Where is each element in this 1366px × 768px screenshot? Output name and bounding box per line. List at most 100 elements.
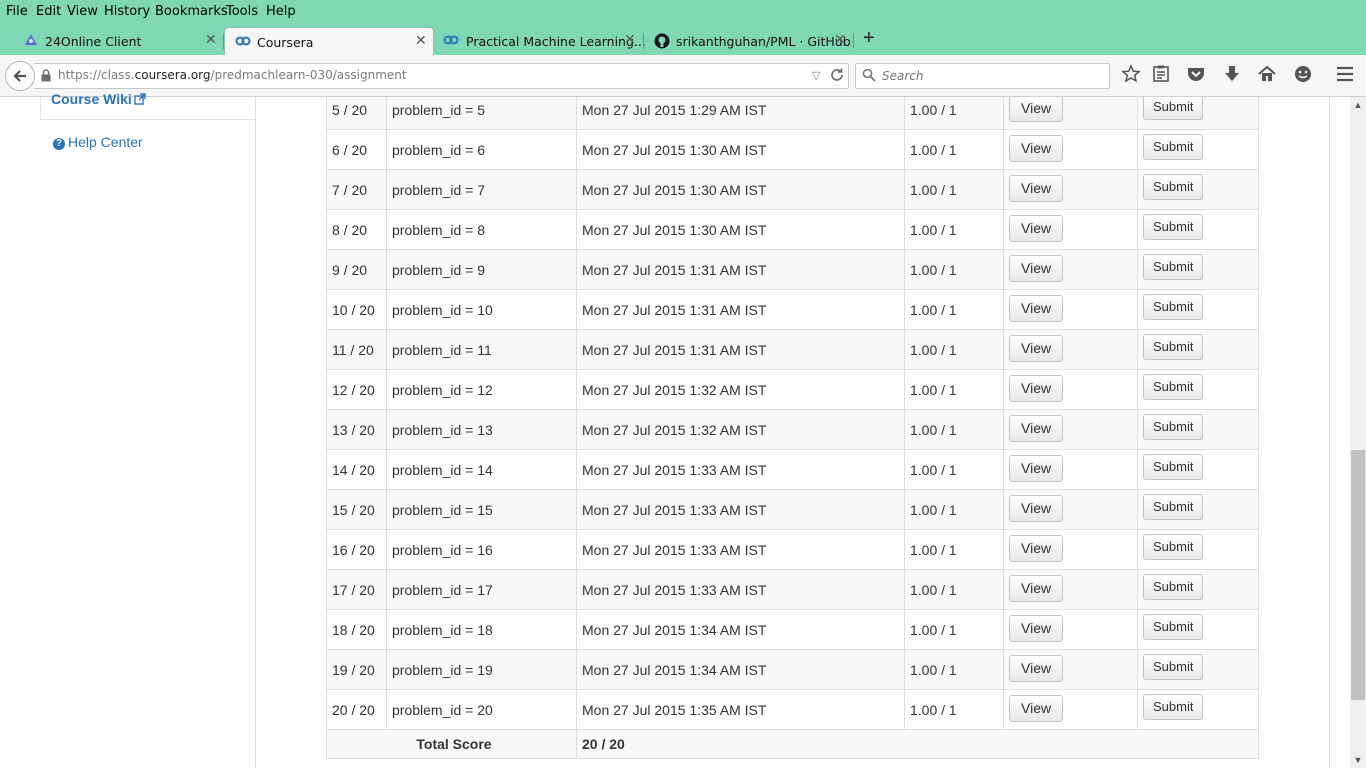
submission-time: Mon 27 Jul 2015 1:30 AM IST	[582, 222, 767, 238]
view-button[interactable]: View	[1009, 695, 1064, 722]
submit-button[interactable]: Submit	[1143, 214, 1204, 240]
problem-id: problem_id = 12	[392, 382, 493, 398]
search-input[interactable]	[880, 66, 1104, 86]
view-button[interactable]: View	[1009, 135, 1064, 162]
menu-bar: File Edit View History Bookmarks Tools H…	[0, 0, 1366, 23]
tab-practical-ml[interactable]: Practical Machine Learning... ✕	[433, 27, 646, 55]
submission-number: 13 / 20	[332, 422, 375, 438]
submit-button[interactable]: Submit	[1143, 97, 1204, 120]
hamburger-menu-icon[interactable]	[1335, 64, 1357, 86]
reload-icon[interactable]	[829, 67, 845, 88]
submission-number: 17 / 20	[332, 582, 375, 598]
submit-button[interactable]: Submit	[1143, 374, 1204, 400]
scrollbar-thumb[interactable]	[1351, 450, 1365, 700]
submit-button[interactable]: Submit	[1143, 614, 1204, 640]
menu-edit[interactable]: Edit	[36, 4, 61, 19]
submission-number: 16 / 20	[332, 542, 375, 558]
submission-score: 1.00 / 1	[910, 222, 957, 238]
submit-button[interactable]: Submit	[1143, 134, 1204, 160]
view-button[interactable]: View	[1009, 215, 1064, 242]
submit-button[interactable]: Submit	[1143, 294, 1204, 320]
submit-button[interactable]: Submit	[1143, 654, 1204, 680]
hello-chat-icon[interactable]	[1293, 64, 1315, 86]
view-button[interactable]: View	[1009, 655, 1064, 682]
course-wiki-item: Course Wiki	[40, 91, 255, 120]
view-button[interactable]: View	[1009, 375, 1064, 402]
submit-button[interactable]: Submit	[1143, 414, 1204, 440]
submission-time: Mon 27 Jul 2015 1:30 AM IST	[582, 142, 767, 158]
new-tab-icon[interactable]: +	[863, 27, 875, 50]
view-button[interactable]: View	[1009, 335, 1064, 362]
submit-button[interactable]: Submit	[1143, 534, 1204, 560]
url-bar[interactable]: https://class.coursera.org/predmachlearn…	[34, 63, 849, 89]
submission-time: Mon 27 Jul 2015 1:31 AM IST	[582, 302, 767, 318]
question-circle-icon: ?	[53, 138, 65, 150]
submission-score: 1.00 / 1	[910, 142, 957, 158]
tab-title: 24Online Client	[45, 34, 142, 49]
problem-id: problem_id = 17	[392, 582, 493, 598]
submit-button[interactable]: Submit	[1143, 694, 1204, 720]
submit-button[interactable]: Submit	[1143, 174, 1204, 200]
tab-github[interactable]: srikanthguhan/PML · GitHub ✕	[645, 27, 853, 55]
view-button[interactable]: View	[1009, 495, 1064, 522]
submission-number: 7 / 20	[332, 182, 368, 198]
submission-score: 1.00 / 1	[910, 462, 957, 478]
download-icon[interactable]	[1222, 64, 1244, 86]
submission-score: 1.00 / 1	[910, 502, 957, 518]
tab-coursera[interactable]: Coursera ✕	[224, 27, 434, 56]
close-icon[interactable]: ✕	[624, 32, 636, 48]
submission-score: 1.00 / 1	[910, 582, 957, 598]
close-icon[interactable]: ✕	[415, 33, 427, 49]
back-button[interactable]	[5, 61, 35, 91]
submission-number: 19 / 20	[332, 662, 375, 678]
menu-tools[interactable]: Tools	[226, 4, 258, 19]
scroll-down-icon[interactable]: ▼	[1350, 752, 1366, 768]
submit-button[interactable]: Submit	[1143, 254, 1204, 280]
pocket-icon[interactable]	[1186, 64, 1208, 86]
submit-button[interactable]: Submit	[1143, 454, 1204, 480]
main-content: 5 / 20 problem_id = 5 Mon 27 Jul 2015 1:29…	[256, 97, 1350, 768]
problem-id: problem_id = 20	[392, 702, 493, 718]
home-icon[interactable]	[1257, 64, 1279, 86]
view-button[interactable]: View	[1009, 615, 1064, 642]
help-center-link[interactable]: ? Help Center	[53, 134, 143, 150]
submission-number: 12 / 20	[332, 382, 375, 398]
problem-id: problem_id = 11	[392, 342, 492, 358]
view-button[interactable]: View	[1009, 175, 1064, 202]
problem-id: problem_id = 9	[392, 262, 486, 278]
view-button[interactable]: View	[1009, 535, 1064, 562]
menu-help[interactable]: Help	[266, 4, 296, 19]
menu-view[interactable]: View	[67, 4, 98, 19]
tab-24online[interactable]: 24Online Client ✕	[18, 27, 223, 55]
view-button[interactable]: View	[1009, 575, 1064, 602]
submission-score: 1.00 / 1	[910, 422, 957, 438]
view-button[interactable]: View	[1009, 415, 1064, 442]
submission-number: 20 / 20	[332, 702, 375, 718]
table-row: 20 / 20 problem_id = 20 Mon 27 Jul 2015 1:…	[326, 689, 1259, 730]
submission-time: Mon 27 Jul 2015 1:31 AM IST	[582, 262, 767, 278]
close-icon[interactable]: ✕	[205, 32, 217, 48]
search-bar	[855, 63, 1110, 89]
menu-file[interactable]: File	[6, 4, 28, 19]
view-button[interactable]: View	[1009, 455, 1064, 482]
dropdown-icon[interactable]: ▽	[812, 69, 820, 82]
submission-number: 11 / 20	[332, 342, 374, 358]
menu-bookmarks[interactable]: Bookmarks	[155, 4, 228, 19]
bookmark-star-icon[interactable]	[1121, 64, 1143, 86]
submit-button[interactable]: Submit	[1143, 494, 1204, 520]
table-row: 12 / 20 problem_id = 12 Mon 27 Jul 2015 1:…	[326, 369, 1259, 410]
table-row: 8 / 20 problem_id = 8 Mon 27 Jul 2015 1:30…	[326, 209, 1259, 250]
submit-button[interactable]: Submit	[1143, 574, 1204, 600]
external-link-icon	[134, 93, 146, 105]
close-icon[interactable]: ✕	[834, 32, 846, 48]
view-button[interactable]: View	[1009, 295, 1064, 322]
scroll-up-icon[interactable]: ▲	[1350, 97, 1366, 113]
submit-button[interactable]: Submit	[1143, 334, 1204, 360]
course-wiki-link[interactable]: Course Wiki	[51, 91, 146, 107]
submission-table: 5 / 20 problem_id = 5 Mon 27 Jul 2015 1:29…	[326, 97, 1259, 759]
submission-time: Mon 27 Jul 2015 1:32 AM IST	[582, 382, 767, 398]
menu-history[interactable]: History	[104, 4, 150, 19]
bookmarks-list-icon[interactable]	[1151, 64, 1173, 86]
view-button[interactable]: View	[1009, 255, 1064, 282]
view-button[interactable]: View	[1009, 97, 1064, 122]
